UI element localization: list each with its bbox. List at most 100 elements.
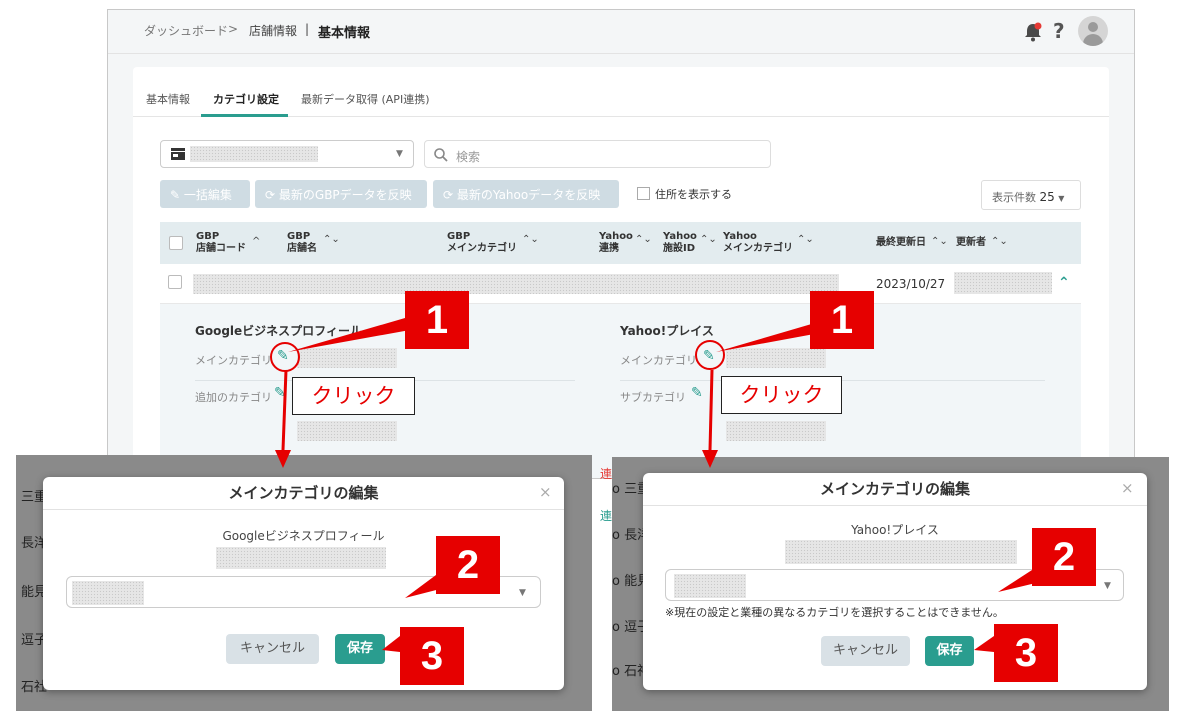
selected-category-redacted [72,581,144,605]
step-1-badge: 1 [405,291,469,349]
sort-icon[interactable]: ⌃⌄ [700,234,717,245]
current-category-redacted [216,547,386,569]
column-header[interactable]: Yahoo メインカテゴリ [723,231,793,255]
search-icon [434,148,448,162]
sort-asc-icon[interactable]: ^ [252,236,260,247]
yahoo-section-title: Yahoo!プレイス [620,324,714,338]
column-header[interactable]: GBP 店舗名 [287,231,317,255]
sort-icon[interactable]: ⌃⌄ [522,234,539,245]
reflect-yahoo-button[interactable]: ⟳ 最新のYahooデータを反映 [433,180,619,208]
bulk-edit-label: 一括編集 [183,188,232,202]
breadcrumb-pipe: | [305,22,310,36]
chevron-down-icon: ▼ [1104,581,1111,591]
tab-basic-info[interactable]: 基本情報 [146,91,190,107]
per-page-label: 表示件数 [992,191,1036,204]
collapse-chevron-icon[interactable]: ⌃ [1058,275,1070,291]
step-3-badge: 3 [994,624,1058,682]
sort-icon[interactable]: ⌃⌄ [635,234,652,245]
page-title: 基本情報 [318,26,371,41]
save-button[interactable]: 保存 [925,636,974,666]
click-label: クリック [292,377,415,415]
column-header[interactable]: GBP 店舗コード [196,231,246,255]
close-icon[interactable]: × [1121,479,1134,497]
tab-latest-data[interactable]: 最新データ取得 (API連携) [301,91,429,107]
yahoo-sub-category-label: サブカテゴリ [620,391,686,404]
store-name-redacted [190,146,318,162]
column-header[interactable]: 最終更新日 [876,237,926,249]
show-address-checkbox[interactable] [637,187,650,200]
notification-bell-icon[interactable] [1022,21,1044,43]
app-window: ダッシュボード > 店舗情報 | 基本情報 ? 基本情報 カテゴリ設定 最新デー… [107,9,1135,479]
per-page-value: 25 [1039,190,1055,204]
show-address-label: 住所を表示する [655,188,732,201]
chevron-down-icon: ▼ [396,149,403,159]
category-note: ※現在の設定と業種の異なるカテゴリを選択することはできません。 [665,606,1004,619]
bulk-edit-button[interactable]: ✎ 一括編集 [160,180,250,208]
table-row[interactable]: 2023/10/27 ⌃ [160,264,1081,304]
row-data-redacted [193,274,839,294]
store-icon [171,148,185,160]
save-button[interactable]: 保存 [335,634,385,664]
column-header[interactable]: Yahoo 施設ID [663,231,697,255]
modal-title: メインカテゴリの編集 [643,473,1147,506]
row-checkbox[interactable] [168,275,182,289]
yahoo-main-category-value-redacted [726,348,826,368]
step-2-badge: 2 [436,536,500,594]
content-card: 基本情報 カテゴリ設定 最新データ取得 (API連携) ▼ 検索 ✎ 一括編集 [133,67,1109,478]
highlight-ring [270,342,300,372]
column-header[interactable]: GBP メインカテゴリ [447,231,517,255]
gbp-additional-category-label: 追加のカテゴリ [195,391,272,404]
sort-icon[interactable]: ⌃⌄ [323,234,340,245]
gbp-main-category-label: メインカテゴリ [195,354,272,367]
reflect-yahoo-label: 最新のYahooデータを反映 [456,188,601,202]
chevron-down-icon: ▼ [1058,194,1065,203]
modal-title: メインカテゴリの編集 [43,477,564,510]
reflect-gbp-button[interactable]: ⟳ 最新のGBPデータを反映 [255,180,427,208]
breadcrumb-separator: > [228,22,239,36]
sort-icon[interactable]: ⌃⌄ [991,236,1008,247]
cancel-button[interactable]: キャンセル [226,634,319,664]
sort-icon[interactable]: ⌃⌄ [931,236,948,247]
sync-icon: ⟳ [265,188,276,202]
select-all-checkbox[interactable] [169,236,183,250]
bg-link-text: 連 [600,467,613,481]
gbp-additional-category-edit-icon[interactable]: ✎ [274,385,286,401]
updater-redacted [954,272,1052,294]
per-page-select[interactable]: 表示件数 25 ▼ [981,180,1081,210]
gbp-additional-category-value-redacted [297,421,397,441]
top-bar: ダッシュボード > 店舗情報 | 基本情報 ? [108,10,1134,54]
step-3-badge: 3 [400,627,464,685]
sync-icon: ⟳ [443,188,454,202]
gbp-main-category-value-redacted [297,348,397,368]
tab-category-settings[interactable]: カテゴリ設定 [213,91,279,107]
cancel-button[interactable]: キャンセル [821,636,910,666]
sort-icon[interactable]: ⌃⌄ [797,234,814,245]
reflect-gbp-label: 最新のGBPデータを反映 [278,188,412,202]
table-header: GBP 店舗コード ^ GBP 店舗名 ⌃⌄ GBP メインカテゴリ ⌃⌄ Yahoo… [160,222,1081,264]
breadcrumb-dashboard[interactable]: ダッシュボード [144,22,228,39]
gbp-section-title: Googleビジネスプロフィール [195,324,362,338]
column-header[interactable]: Yahoo 連携 [599,231,633,255]
breadcrumb-store-info[interactable]: 店舗情報 [249,22,297,39]
column-header[interactable]: 更新者 [956,237,986,249]
bg-link-text: 連 [600,509,613,523]
help-icon[interactable]: ? [1053,19,1065,43]
step-1-badge: 1 [810,291,874,349]
yahoo-sub-category-edit-icon[interactable]: ✎ [691,385,703,401]
chevron-down-icon: ▼ [519,588,526,598]
search-input[interactable]: 検索 [424,140,771,168]
store-select[interactable]: ▼ [160,140,414,168]
yahoo-main-category-label: メインカテゴリ [620,354,697,367]
selected-category-redacted [674,574,746,598]
search-placeholder: 検索 [456,150,481,164]
current-category-redacted [785,540,1017,564]
pencil-icon: ✎ [170,188,181,202]
avatar[interactable] [1078,16,1108,46]
step-2-badge: 2 [1032,528,1096,586]
last-updated-date: 2023/10/27 [876,277,946,291]
highlight-ring [695,340,725,370]
active-tab-indicator [201,114,288,117]
close-icon[interactable]: × [539,483,552,501]
click-label: クリック [721,376,842,414]
yahoo-sub-category-value-redacted [726,421,826,441]
